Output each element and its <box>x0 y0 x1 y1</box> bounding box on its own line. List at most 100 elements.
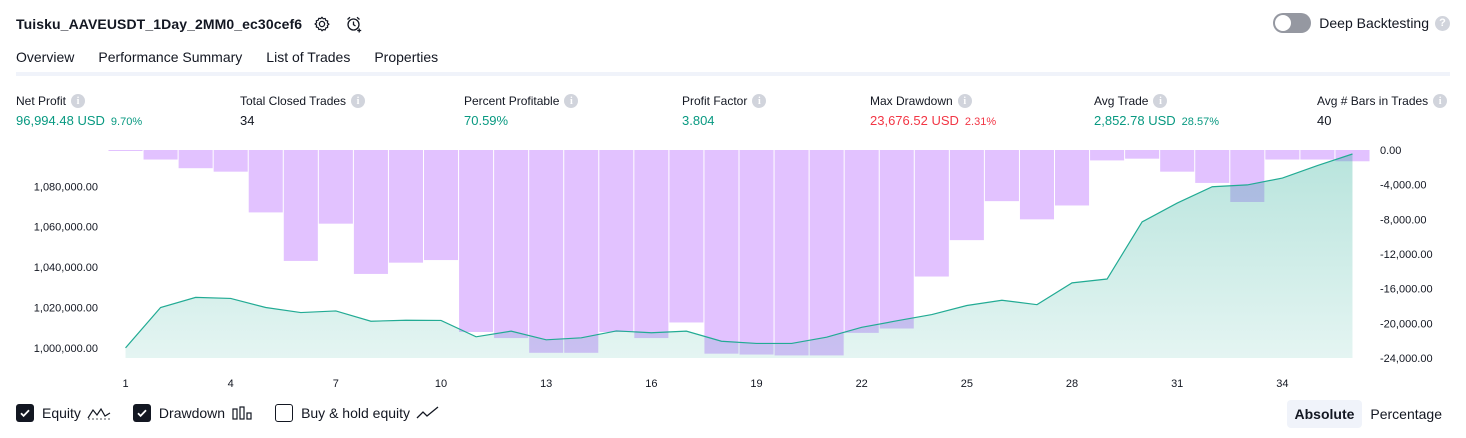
info-icon[interactable]: i <box>564 94 579 108</box>
percentage-button[interactable]: Percentage <box>1362 400 1450 428</box>
metric-value: 23,676.52 USD <box>870 113 959 128</box>
x-axis-tick: 7 <box>333 378 339 390</box>
info-icon[interactable]: i <box>351 94 366 108</box>
drawdown-bar <box>704 150 739 354</box>
x-axis-tick: 31 <box>1171 378 1183 390</box>
drawdown-bar <box>529 150 564 353</box>
drawdown-bar <box>283 150 318 261</box>
metric-label: Max Drawdown <box>870 94 953 108</box>
tab-list-of-trades[interactable]: List of Trades <box>266 44 350 75</box>
info-icon[interactable]: i <box>71 94 86 108</box>
metric-percent-profitable: Percent Profitable i 70.59% <box>464 93 579 128</box>
x-axis-tick: 22 <box>856 378 868 390</box>
metric-label: Percent Profitable <box>464 94 560 108</box>
metric-max-drawdown: Max Drawdown i 23,676.52 USD 2.31% <box>870 93 996 128</box>
tab-divider <box>16 72 1450 76</box>
left-axis-tick: 1,000,000.00 <box>34 343 98 355</box>
info-icon[interactable]: i <box>957 94 972 108</box>
tab-properties[interactable]: Properties <box>374 44 438 75</box>
metric-value: 96,994.48 USD <box>16 113 105 128</box>
drawdown-bars-icon <box>231 405 253 421</box>
drawdown-bar <box>564 150 599 353</box>
chart-legend: Equity Drawdown Buy & hold equity <box>16 404 462 422</box>
drawdown-bar <box>1195 150 1230 183</box>
drawdown-bar <box>318 150 353 224</box>
drawdown-bar <box>459 150 494 332</box>
metric-label: Total Closed Trades <box>240 94 347 108</box>
gear-icon[interactable] <box>310 12 334 36</box>
right-axis-tick: 0.00 <box>1380 145 1401 157</box>
drawdown-bar <box>388 150 423 263</box>
x-axis-tick: 34 <box>1276 378 1288 390</box>
right-axis-tick: -8,000.00 <box>1380 214 1426 226</box>
x-axis-tick: 28 <box>1066 378 1078 390</box>
checkbox-checked-icon[interactable] <box>16 404 34 422</box>
drawdown-bar <box>1265 150 1300 160</box>
info-icon[interactable]: i <box>752 94 767 108</box>
x-axis-tick: 16 <box>645 378 657 390</box>
legend-equity[interactable]: Equity <box>16 404 111 422</box>
drawdown-bar <box>353 150 388 274</box>
right-axis-tick: -4,000.00 <box>1380 180 1426 192</box>
drawdown-bar <box>844 150 879 333</box>
metric-profit-factor: Profit Factor i 3.804 <box>682 93 767 128</box>
absolute-button[interactable]: Absolute <box>1286 400 1363 428</box>
drawdown-bar <box>949 150 984 241</box>
tab-overview[interactable]: Overview <box>16 44 75 75</box>
alarm-clock-plus-icon[interactable] <box>342 12 366 36</box>
drawdown-bar <box>1300 150 1335 160</box>
x-axis-tick: 10 <box>435 378 447 390</box>
tab-performance-summary[interactable]: Performance Summary <box>98 44 242 75</box>
drawdown-bar <box>984 150 1019 202</box>
metrics-row: Net Profit i 96,994.48 USD 9.70% Total Clo… <box>16 93 1450 133</box>
drawdown-bar <box>1160 150 1195 172</box>
metric-value: 2,852.78 USD <box>1094 113 1176 128</box>
legend-label: Buy & hold equity <box>301 405 411 421</box>
metric-total-closed-trades: Total Closed Trades i 34 <box>240 93 366 128</box>
drawdown-bar <box>634 150 669 339</box>
strategy-title: Tuisku_AAVEUSDT_1Day_2MM0_ec30cef6 <box>16 16 303 32</box>
buy-hold-line-icon <box>416 405 440 421</box>
scale-toggle: Absolute Percentage <box>1286 400 1451 428</box>
drawdown-bar <box>248 150 283 213</box>
deep-backtesting: Deep Backtesting ? <box>1273 13 1450 33</box>
checkbox-checked-icon[interactable] <box>132 404 151 422</box>
drawdown-bar <box>213 150 248 172</box>
drawdown-bar <box>879 150 914 329</box>
drawdown-bar <box>1055 150 1090 206</box>
drawdown-bar <box>739 150 774 355</box>
help-icon[interactable]: ? <box>1435 15 1450 31</box>
metric-value: 40 <box>1317 113 1332 128</box>
drawdown-bar <box>178 150 213 169</box>
drawdown-bar <box>494 150 529 339</box>
metric-label: Net Profit <box>16 94 67 108</box>
drawdown-bar <box>143 150 178 160</box>
legend-drawdown[interactable]: Drawdown <box>132 404 253 422</box>
checkbox-unchecked-icon[interactable] <box>275 404 294 422</box>
legend-label: Equity <box>42 405 81 421</box>
metric-net-profit: Net Profit i 96,994.48 USD 9.70% <box>16 93 142 128</box>
left-axis-tick: 1,040,000.00 <box>34 262 98 274</box>
toggle-knob <box>1275 15 1292 31</box>
legend-buy-hold-equity[interactable]: Buy & hold equity <box>275 404 440 422</box>
deep-backtesting-toggle[interactable] <box>1273 13 1312 33</box>
deep-backtesting-label: Deep Backtesting <box>1319 15 1429 31</box>
drawdown-bar <box>108 150 143 151</box>
metric-label: Avg Trade <box>1094 94 1149 108</box>
drawdown-bar <box>914 150 949 277</box>
drawdown-bar <box>669 150 704 323</box>
drawdown-bar <box>1090 150 1125 161</box>
drawdown-bar <box>599 150 634 332</box>
legend-label: Drawdown <box>158 405 226 421</box>
x-axis-tick: 25 <box>961 378 973 390</box>
drawdown-bar <box>1125 150 1160 159</box>
x-axis-tick: 19 <box>750 378 762 390</box>
equity-drawdown-chart: 1,080,000.00 1,060,000.00 1,040,000.00 1,02… <box>34 145 1433 390</box>
info-icon[interactable]: i <box>1153 94 1168 108</box>
metric-avg-bars-in-trades: Avg # Bars in Trades i 40 <box>1317 93 1448 128</box>
metric-value: 70.59% <box>464 113 509 128</box>
right-axis-tick: -24,000.00 <box>1380 353 1433 365</box>
drawdown-bar <box>809 150 844 356</box>
info-icon[interactable]: i <box>1433 94 1448 108</box>
x-axis-tick: 1 <box>122 378 128 390</box>
